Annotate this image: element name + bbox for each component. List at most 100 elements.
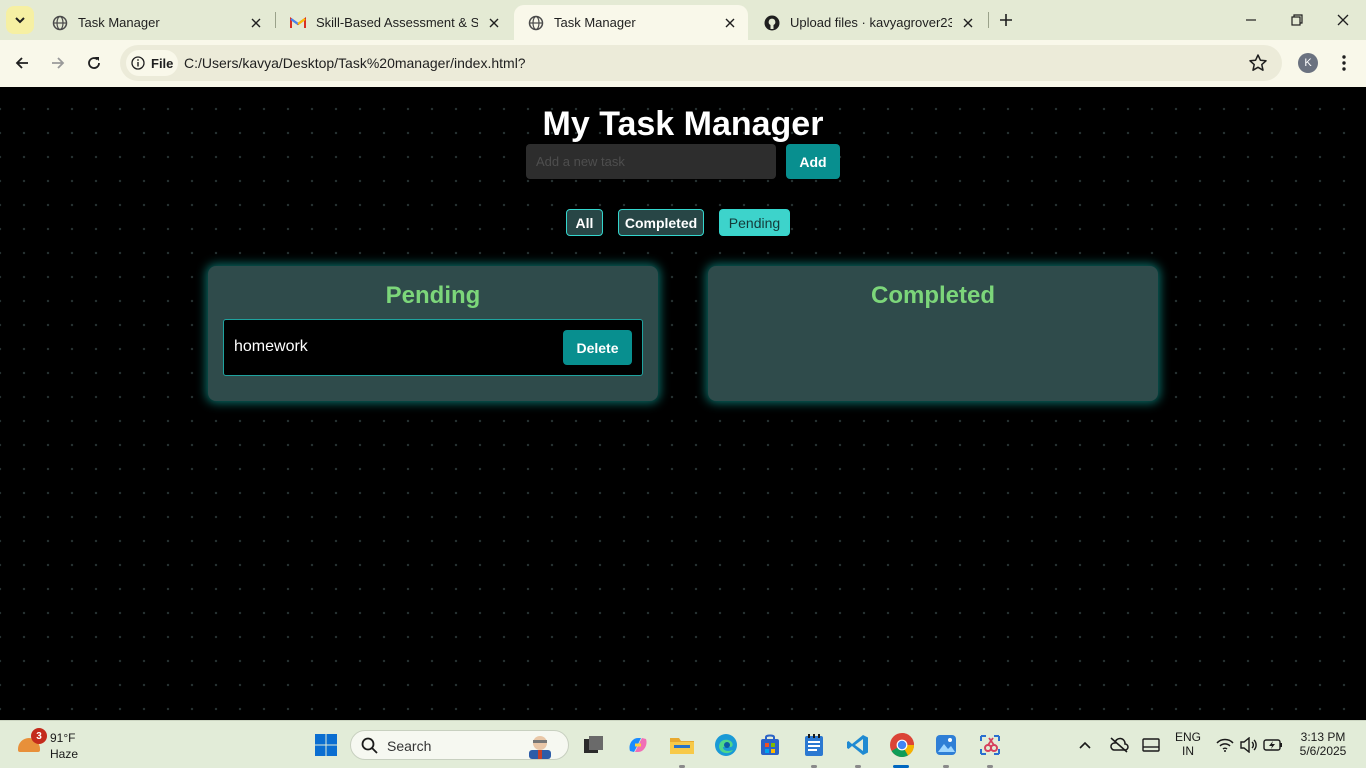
store-icon <box>761 734 779 755</box>
site-info-chip[interactable]: File <box>126 50 178 76</box>
clock-date: 5/6/2025 <box>1299 744 1347 758</box>
task-view-icon <box>584 736 603 753</box>
copilot-button[interactable] <box>622 729 654 761</box>
vscode-icon <box>847 735 868 755</box>
weather-condition: Haze <box>50 747 79 761</box>
task-item: homework Delete <box>223 319 643 376</box>
close-icon[interactable] <box>958 13 978 33</box>
tab-search-button[interactable] <box>6 6 34 34</box>
completed-heading: Completed <box>870 282 995 309</box>
store-button[interactable] <box>754 729 786 761</box>
close-icon <box>1337 14 1349 26</box>
restore-icon <box>1291 14 1303 26</box>
search-icon <box>361 737 378 754</box>
copilot-icon <box>629 738 647 752</box>
add-task-button[interactable]: Add <box>786 144 840 179</box>
chevron-down-icon <box>15 17 25 24</box>
display-icon <box>1142 738 1160 752</box>
region-code: IN <box>1182 744 1194 758</box>
snipping-tool-button[interactable] <box>974 729 1006 761</box>
photos-icon <box>936 735 956 755</box>
browser-tab-4[interactable]: Upload files · kavyagrover2315/ <box>750 5 986 40</box>
search-label: Search <box>387 738 432 754</box>
plus-icon <box>1000 14 1012 26</box>
folder-icon <box>670 738 694 754</box>
language-indicator[interactable]: ENG IN <box>1168 730 1208 758</box>
new-tab-button[interactable] <box>994 8 1018 32</box>
wifi-icon <box>1216 738 1234 752</box>
filter-pending-button[interactable]: Pending <box>719 209 790 236</box>
restore-button[interactable] <box>1282 5 1312 35</box>
notification-badge: 3 <box>31 728 47 744</box>
tab-title: Task Manager <box>78 15 160 30</box>
clock[interactable]: 3:13 PM 5/6/2025 <box>1290 730 1356 758</box>
battery-charging-icon <box>1263 739 1282 751</box>
browser-tab-strip: Task Manager Skill-Based Assessment & Su… <box>0 0 1366 40</box>
speaker-icon <box>1240 737 1257 753</box>
chevron-up-icon <box>1079 741 1091 749</box>
notepad-button[interactable] <box>798 729 830 761</box>
profile-avatar[interactable]: K <box>1298 53 1318 73</box>
edge-button[interactable] <box>710 729 742 761</box>
tab-title: Skill-Based Assessment & Subm <box>316 15 478 30</box>
url-text[interactable]: C:/Users/kavya/Desktop/Task%20manager/in… <box>184 55 526 71</box>
weather-widget[interactable]: 3 91°F Haze <box>14 728 104 762</box>
weather-temp: 91°F <box>50 731 76 745</box>
info-icon <box>131 56 145 70</box>
pending-heading: Pending <box>385 282 481 309</box>
battery-button[interactable] <box>1258 729 1288 761</box>
close-icon[interactable] <box>246 13 266 33</box>
notepad-icon <box>805 734 823 756</box>
edge-icon <box>715 734 737 756</box>
reload-button[interactable] <box>80 49 108 77</box>
taskbar-search-box[interactable]: Search <box>350 730 569 760</box>
browser-tab-3-active[interactable]: Task Manager <box>514 5 748 40</box>
arrow-right-icon <box>52 57 65 69</box>
chrome-icon <box>890 733 914 758</box>
forward-button[interactable] <box>44 49 72 77</box>
pending-panel: Pending homework Delete <box>208 266 658 401</box>
display-button[interactable] <box>1136 729 1166 761</box>
page-viewport: My Task Manager Add All Completed Pendin… <box>0 87 1366 720</box>
more-vertical-icon <box>1342 55 1346 71</box>
browser-tab-1[interactable]: Task Manager <box>38 5 274 40</box>
task-text: homework <box>234 338 308 355</box>
globe-icon <box>52 15 68 31</box>
language-code: ENG <box>1174 730 1201 744</box>
completed-panel: Completed <box>708 266 1158 401</box>
new-task-input[interactable] <box>526 144 776 179</box>
tab-title: Upload files · kavyagrover2315/ <box>790 15 952 30</box>
windows-taskbar: 3 91°F Haze Search ENG IN 3:13 PM 5/6/20… <box>0 720 1366 768</box>
minimize-button[interactable] <box>1236 5 1266 35</box>
gmail-icon <box>290 15 306 31</box>
minimize-icon <box>1246 19 1256 21</box>
address-bar[interactable]: File C:/Users/kavya/Desktop/Task%20manag… <box>120 45 1282 81</box>
filter-completed-button[interactable]: Completed <box>618 209 704 236</box>
close-icon[interactable] <box>484 13 504 33</box>
windows-logo-icon <box>315 734 337 756</box>
file-explorer-button[interactable] <box>666 729 698 761</box>
bookmark-star-icon[interactable] <box>1248 53 1268 73</box>
github-icon <box>764 15 780 31</box>
browser-toolbar: File C:/Users/kavya/Desktop/Task%20manag… <box>0 40 1366 87</box>
browser-tab-2[interactable]: Skill-Based Assessment & Subm <box>276 5 512 40</box>
show-hidden-icons-button[interactable] <box>1070 729 1100 761</box>
task-view-button[interactable] <box>578 729 610 761</box>
filter-all-button[interactable]: All <box>566 209 603 236</box>
back-button[interactable] <box>8 49 36 77</box>
arrow-left-icon <box>15 57 28 69</box>
browser-menu-button[interactable] <box>1334 50 1354 76</box>
clock-time: 3:13 PM <box>1300 730 1346 744</box>
photos-button[interactable] <box>930 729 962 761</box>
globe-icon <box>528 15 544 31</box>
start-button[interactable] <box>310 729 342 761</box>
onedrive-button[interactable] <box>1104 729 1134 761</box>
window-close-button[interactable] <box>1328 5 1358 35</box>
close-icon[interactable] <box>720 13 740 33</box>
delete-task-button[interactable]: Delete <box>563 330 632 365</box>
chrome-button[interactable] <box>886 729 918 761</box>
tab-title: Task Manager <box>554 15 636 30</box>
site-info-label: File <box>151 55 174 71</box>
vscode-button[interactable] <box>842 729 874 761</box>
page-title: My Task Manager <box>542 105 824 143</box>
